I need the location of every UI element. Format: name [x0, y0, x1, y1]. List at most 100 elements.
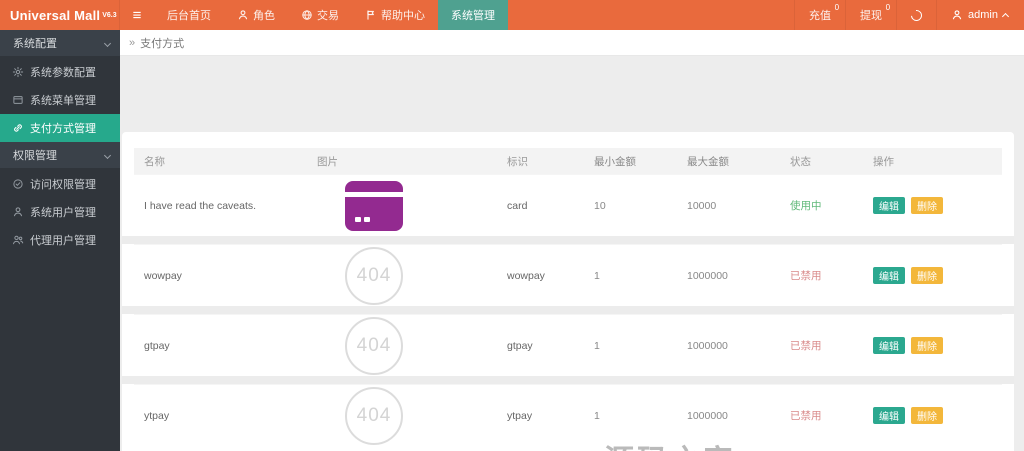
edit-button[interactable]: 编辑: [873, 197, 905, 214]
status-badge: 已禁用: [790, 270, 822, 282]
sidebar-group-permissions[interactable]: 权限管理: [0, 142, 120, 168]
sidebar-item-system-users[interactable]: 系统用户管理: [0, 198, 120, 226]
sidebar-item-label: 支付方式管理: [30, 123, 96, 135]
payment-image-cell: [309, 180, 499, 231]
table-row: ytpay 404 ytpay 1 1000000 已禁用 编辑 删除: [134, 384, 1002, 446]
image-404-placeholder: 404: [345, 246, 403, 305]
brand-logo[interactable]: Universal Mall V6.3: [0, 0, 120, 30]
payment-min: 1: [594, 339, 600, 352]
sidebar: 系统配置 系统参数配置 系统菜单管理 支付方式管理 权限管理 访问权限管理 系统…: [0, 30, 120, 451]
sidebar-item-label: 系统用户管理: [30, 207, 96, 219]
column-header-code: 标识: [507, 155, 528, 168]
main-content: » 支付方式 名称 图片 标识 最小金额 最大金额 状态 操作 I have r…: [120, 30, 1024, 451]
nav-item-roles[interactable]: 角色: [224, 0, 288, 30]
column-header-max: 最大金额: [687, 155, 729, 168]
brand-name: Universal Mall: [10, 7, 101, 23]
payment-code: gtpay: [507, 339, 533, 352]
card-dots: [355, 216, 370, 222]
row-actions: 编辑 删除: [865, 267, 1002, 284]
column-header-status: 状态: [790, 155, 811, 168]
chevron-down-icon: [103, 39, 112, 47]
payment-max: 1000000: [687, 339, 728, 352]
row-separator: [122, 236, 1014, 244]
payment-name: gtpay: [144, 339, 170, 352]
nav-item-home[interactable]: 后台首页: [154, 0, 224, 30]
topbar: Universal Mall V6.3 ≡ 后台首页 角色 交易 帮助中心 系统…: [0, 0, 1024, 30]
row-actions: 编辑 删除: [865, 337, 1002, 354]
sidebar-item-label: 代理用户管理: [30, 235, 96, 247]
link-icon: [14, 124, 22, 132]
payment-code: card: [507, 199, 528, 212]
chevron-up-icon: [1001, 12, 1010, 21]
table-row: gtpay 404 gtpay 1 1000000 已禁用 编辑 删除: [134, 314, 1002, 376]
breadcrumb-prefix-icon: »: [129, 36, 136, 49]
chevron-down-icon: [103, 151, 112, 159]
payment-name: ytpay: [144, 409, 170, 422]
withdraw-count-badge: 0: [885, 3, 891, 12]
payment-code: ytpay: [507, 409, 533, 422]
delete-button[interactable]: 删除: [911, 407, 943, 424]
payment-table-card: 名称 图片 标识 最小金额 最大金额 状态 操作 I have read the…: [122, 132, 1014, 451]
nav-item-help-center[interactable]: 帮助中心: [352, 0, 438, 30]
nav-item-system-management[interactable]: 系统管理: [438, 0, 508, 30]
user-icon: [238, 10, 248, 20]
nav-item-transactions[interactable]: 交易: [288, 0, 352, 30]
row-separator: [122, 306, 1014, 314]
breadcrumb: » 支付方式: [120, 30, 1024, 56]
payment-min: 1: [594, 409, 600, 422]
payment-code: wowpay: [507, 269, 545, 282]
row-actions: 编辑 删除: [865, 407, 1002, 424]
column-header-min: 最小金额: [594, 155, 636, 168]
payment-image-cell: 404: [309, 246, 499, 305]
payment-image-cell: 404: [309, 316, 499, 375]
nav-item-label: 交易: [317, 10, 339, 22]
sidebar-item-payment-methods[interactable]: 支付方式管理: [0, 114, 120, 142]
payment-name: wowpay: [144, 269, 182, 282]
admin-screen: Universal Mall V6.3 ≡ 后台首页 角色 交易 帮助中心 系统…: [0, 0, 1024, 451]
recharge-count-badge: 0: [834, 3, 840, 12]
user-icon: [952, 10, 962, 20]
status-badge: 已禁用: [790, 410, 822, 422]
payment-max: 1000000: [687, 409, 728, 422]
status-badge: 使用中: [790, 200, 822, 212]
sidebar-group-system-config[interactable]: 系统配置: [0, 30, 120, 56]
user-menu[interactable]: admin: [936, 0, 1024, 30]
payment-min: 1: [594, 269, 600, 282]
sidebar-item-label: 系统菜单管理: [30, 95, 96, 107]
delete-button[interactable]: 删除: [911, 267, 943, 284]
nav-item-label: 角色: [253, 10, 275, 22]
globe-icon: [302, 10, 312, 20]
payment-min: 10: [594, 199, 606, 212]
sidebar-item-agent-users[interactable]: 代理用户管理: [0, 226, 120, 254]
edit-button[interactable]: 编辑: [873, 267, 905, 284]
withdraw-label: 提现: [860, 10, 883, 22]
credit-card-image: [345, 180, 403, 231]
recharge-button[interactable]: 充值 0: [794, 0, 845, 30]
table-row: I have read the caveats. card 10 10000 使…: [134, 174, 1002, 236]
withdraw-button[interactable]: 提现 0: [845, 0, 896, 30]
edit-button[interactable]: 编辑: [873, 407, 905, 424]
refresh-button[interactable]: [896, 0, 936, 30]
edit-button[interactable]: 编辑: [873, 337, 905, 354]
gear-icon: [12, 66, 24, 78]
payment-max: 1000000: [687, 269, 728, 282]
sidebar-item-access-permissions[interactable]: 访问权限管理: [0, 170, 120, 198]
nav-item-label: 帮助中心: [381, 10, 425, 22]
window-icon: [13, 96, 23, 104]
delete-button[interactable]: 删除: [911, 197, 943, 214]
topbar-right: 充值 0 提现 0 admin: [794, 0, 1024, 30]
hamburger-icon[interactable]: ≡: [120, 0, 154, 30]
nav-item-label: 系统管理: [451, 10, 495, 22]
column-header-image: 图片: [317, 155, 338, 168]
sidebar-group-label: 系统配置: [13, 38, 57, 50]
users-icon: [13, 235, 24, 245]
sidebar-item-system-menu[interactable]: 系统菜单管理: [0, 86, 120, 114]
sidebar-item-label: 系统参数配置: [30, 67, 96, 79]
sidebar-group-label: 权限管理: [13, 150, 57, 162]
sidebar-item-system-params[interactable]: 系统参数配置: [0, 58, 120, 86]
column-header-name: 名称: [144, 155, 165, 168]
delete-button[interactable]: 删除: [911, 337, 943, 354]
top-nav: 后台首页 角色 交易 帮助中心 系统管理: [154, 0, 508, 30]
payment-name: I have read the caveats.: [144, 199, 257, 212]
